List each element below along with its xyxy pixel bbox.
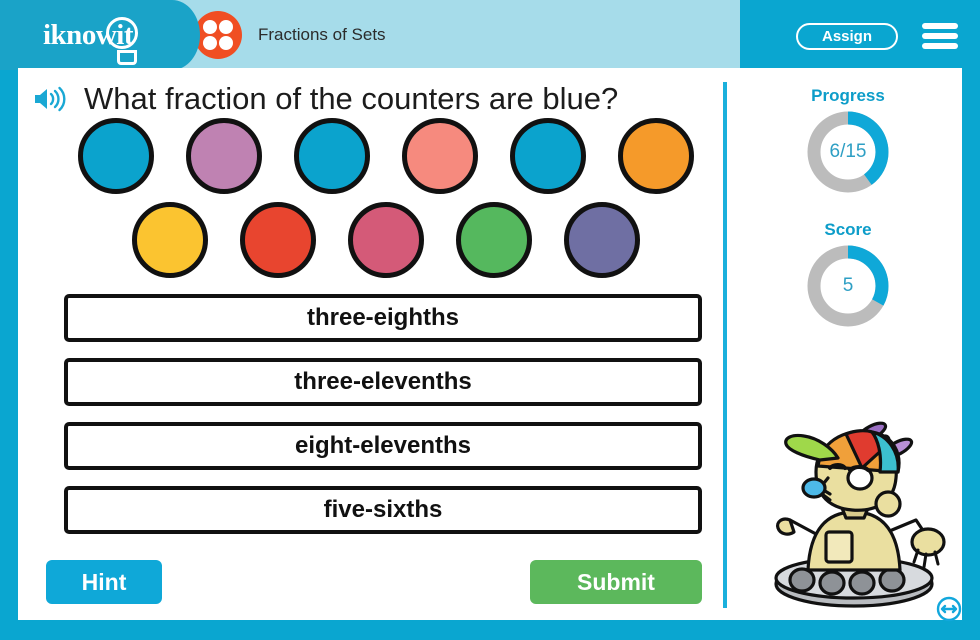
content-card: What fraction of the counters are blue? … [18, 68, 962, 622]
lightbulb-icon [106, 17, 138, 65]
answer-option-3[interactable]: eight-elevenths [64, 422, 702, 470]
panel-divider [723, 82, 727, 608]
answer-option-1[interactable]: three-eighths [64, 294, 702, 342]
counter-pink [348, 202, 424, 278]
counter-salmon [402, 118, 478, 194]
score-stat: Score 5 [734, 220, 962, 328]
counter-blue [78, 118, 154, 194]
answer-options: three-eighths three-elevenths eight-eleven… [64, 294, 702, 550]
counter-row-1 [32, 118, 712, 194]
hamburger-menu-icon[interactable] [920, 20, 960, 52]
counter-yellow [132, 202, 208, 278]
four-dot-counter-icon [194, 11, 242, 59]
submit-button[interactable]: Submit [530, 560, 702, 604]
robot-mascot-propeller-hat [746, 416, 962, 616]
score-value: 5 [842, 275, 854, 296]
answer-option-2[interactable]: three-elevenths [64, 358, 702, 406]
counter-green [456, 202, 532, 278]
progress-label: Progress [811, 86, 885, 105]
assign-button[interactable]: Assign [796, 23, 898, 50]
resize-horizontal-icon[interactable] [936, 596, 962, 622]
score-label: Score [824, 220, 872, 239]
app-header: Fractions of Sets iknowit Assign [0, 0, 980, 70]
counter-purple [564, 202, 640, 278]
counter-orange [618, 118, 694, 194]
speaker-audio-icon[interactable] [32, 85, 66, 113]
counter-blue [510, 118, 586, 194]
counter-set [32, 118, 712, 298]
hint-button[interactable]: Hint [46, 560, 162, 604]
brand-logo[interactable]: iknowit [0, 0, 200, 70]
topic-panel: Fractions of Sets [172, 0, 740, 70]
topic-title: Fractions of Sets [258, 25, 386, 44]
question-row: What fraction of the counters are blue? [32, 76, 712, 122]
counter-row-2 [32, 202, 712, 278]
counter-mauve [186, 118, 262, 194]
answer-option-4[interactable]: five-sixths [64, 486, 702, 534]
progress-stat: Progress 6/15 [734, 86, 962, 194]
question-text: What fraction of the counters are blue? [84, 81, 619, 116]
progress-ring: 6/15 [806, 110, 890, 194]
counter-blue [294, 118, 370, 194]
progress-value: 6/15 [829, 141, 867, 162]
score-ring: 5 [806, 244, 890, 328]
app-frame: Fractions of Sets iknowit Assign What fr… [0, 0, 980, 640]
counter-red [240, 202, 316, 278]
